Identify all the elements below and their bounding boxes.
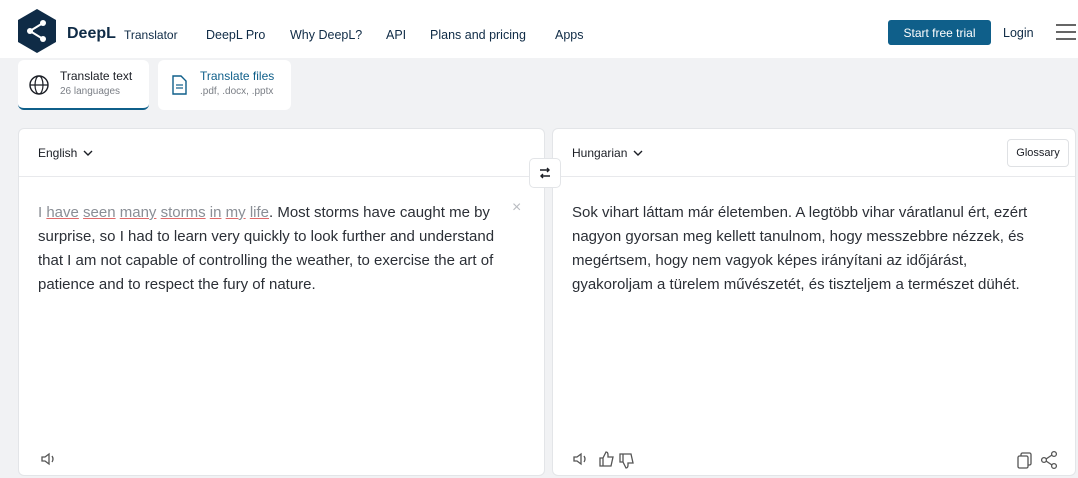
source-textarea[interactable]: I have seen many storms in my life. Most… — [38, 201, 508, 297]
target-language-select[interactable]: Hungarian — [572, 146, 643, 160]
glossary-button[interactable]: Glossary — [1007, 139, 1069, 167]
source-prefix: I — [38, 204, 43, 221]
speaker-icon[interactable] — [39, 449, 59, 469]
source-language-select[interactable]: English — [38, 146, 93, 160]
source-word: have — [46, 204, 79, 221]
source-panel: English I have seen many storms in my li… — [18, 128, 545, 476]
nav-deepl-pro[interactable]: DeepL Pro — [206, 28, 265, 42]
source-word: in — [209, 204, 222, 221]
menu-icon[interactable] — [1056, 24, 1076, 40]
chevron-down-icon — [83, 150, 93, 156]
globe-icon — [29, 75, 49, 95]
thumbs-down-icon[interactable] — [617, 451, 637, 471]
login-link[interactable]: Login — [1003, 26, 1034, 40]
tab-title: Translate text — [60, 69, 133, 83]
source-panel-header: English — [19, 129, 544, 177]
source-word: seen — [83, 204, 116, 221]
file-icon — [172, 75, 187, 95]
source-word: storms — [160, 204, 206, 221]
swap-languages-button[interactable] — [529, 158, 561, 188]
copy-icon[interactable] — [1015, 450, 1035, 470]
clear-text-icon[interactable]: × — [512, 199, 521, 217]
deepl-logo-icon[interactable] — [16, 8, 58, 54]
nav-api[interactable]: API — [386, 28, 406, 42]
tab-title: Translate files — [200, 69, 275, 83]
source-word: my — [225, 204, 246, 221]
source-word: life — [249, 204, 269, 221]
target-panel: Hungarian Glossary Sok vihart láttam már… — [552, 128, 1076, 476]
tab-subtitle: .pdf, .docx, .pptx — [200, 86, 274, 97]
tab-translate-text[interactable]: Translate text 26 languages — [18, 60, 149, 110]
nav-why-deepl[interactable]: Why DeepL? — [290, 28, 362, 42]
target-language-label: Hungarian — [572, 146, 628, 160]
target-text: Sok vihart láttam már életemben. A legtö… — [572, 204, 1028, 293]
target-panel-header: Hungarian Glossary — [553, 129, 1075, 177]
source-word: many — [119, 204, 157, 221]
tab-translate-files[interactable]: Translate files .pdf, .docx, .pptx — [158, 60, 291, 110]
top-navigation-bar: DeepL Translator DeepL Pro Why DeepL? AP… — [0, 0, 1078, 58]
start-free-trial-button[interactable]: Start free trial — [888, 20, 991, 45]
source-language-label: English — [38, 146, 78, 160]
brand-subtitle: Translator — [124, 28, 178, 42]
brand-name: DeepL — [67, 25, 116, 42]
share-icon[interactable] — [1039, 450, 1059, 470]
nav-plans-pricing[interactable]: Plans and pricing — [430, 28, 526, 42]
tab-subtitle: 26 languages — [60, 86, 121, 97]
speaker-icon[interactable] — [571, 449, 591, 469]
chevron-down-icon — [633, 150, 643, 156]
nav-apps[interactable]: Apps — [555, 28, 584, 42]
thumbs-up-icon[interactable] — [597, 449, 617, 469]
swap-icon — [540, 167, 550, 179]
